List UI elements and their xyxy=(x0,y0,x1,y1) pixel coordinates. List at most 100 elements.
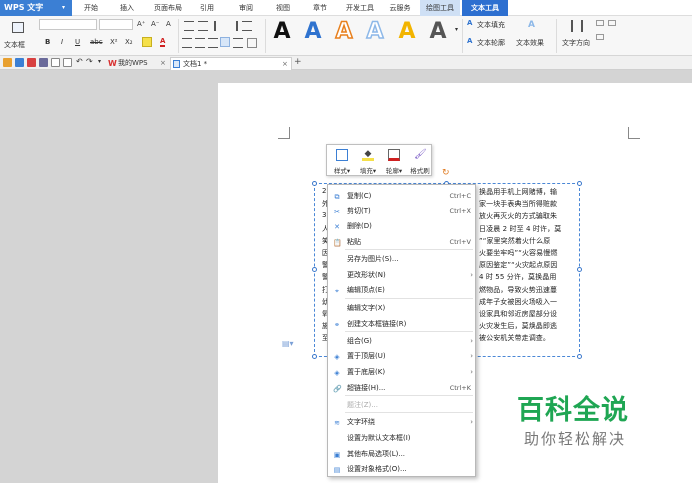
shrink-font-button[interactable]: A⁻ xyxy=(151,20,159,28)
text-style-black[interactable]: A xyxy=(270,20,294,44)
context-menu-item[interactable]: 编辑文字(X) xyxy=(328,301,475,316)
text-style-gold[interactable]: A xyxy=(395,20,419,44)
pdf-icon[interactable] xyxy=(27,58,36,67)
menu-drawing-tools[interactable]: 绘图工具 xyxy=(420,0,460,16)
borders-icon[interactable] xyxy=(247,38,257,48)
context-menu-item[interactable]: ✂ 剪切(T) Ctrl+X xyxy=(328,204,475,219)
context-menu-item[interactable]: 📋 粘贴 Ctrl+V xyxy=(328,235,475,250)
menu-view[interactable]: 视图 xyxy=(268,0,298,16)
context-menu-item[interactable]: 组合(G) › xyxy=(328,334,475,349)
layout-options-icon: ▣ xyxy=(333,451,341,459)
undo-icon[interactable]: ↶ xyxy=(76,57,83,66)
text-margin-icon[interactable] xyxy=(596,34,604,40)
menu-review[interactable]: 审阅 xyxy=(231,0,261,16)
line-spacing-icon[interactable] xyxy=(242,21,252,31)
context-menu-item[interactable]: ◈ 置于底层(K) › xyxy=(328,365,475,380)
resize-handle[interactable] xyxy=(312,267,317,272)
context-menu-item[interactable]: ⌖ 编辑顶点(E) xyxy=(328,283,475,298)
justify-icon[interactable] xyxy=(220,37,230,47)
menu-insert[interactable]: 插入 xyxy=(110,0,144,16)
link-textbox-icon: ⚭ xyxy=(334,321,340,329)
context-menu-item[interactable]: ▣ 其他布局选项(L)... xyxy=(328,447,475,462)
text-style-orange-outline[interactable]: A xyxy=(332,19,356,45)
rotate-handle-icon[interactable]: ↻ xyxy=(442,168,452,178)
text-direction-button[interactable]: 文字方向 xyxy=(562,38,590,48)
font-size-select[interactable] xyxy=(99,19,133,30)
tab-document-1[interactable]: 文档1 * × xyxy=(170,57,292,70)
indent-increase-icon[interactable] xyxy=(228,21,238,31)
grow-font-button[interactable]: A⁺ xyxy=(137,20,145,28)
outline-button[interactable]: 轮廓▾ xyxy=(381,147,407,175)
distribute-icon[interactable] xyxy=(233,38,243,48)
text-style-blue[interactable]: A xyxy=(301,20,325,44)
print-icon[interactable] xyxy=(39,58,48,67)
text-effects-button[interactable]: 文本效果 xyxy=(516,38,544,48)
text-outline-button[interactable]: 文本轮廓 xyxy=(477,38,505,48)
open-icon[interactable] xyxy=(3,58,12,67)
bold-button[interactable]: B xyxy=(45,38,50,46)
font-name-select[interactable] xyxy=(39,19,97,30)
menu-page-layout[interactable]: 页面布局 xyxy=(148,0,188,16)
text-fill-button[interactable]: 文本填充 xyxy=(477,20,505,30)
context-menu-item[interactable]: 🔗 超链接(H)... Ctrl+K xyxy=(328,381,475,396)
bullets-icon[interactable] xyxy=(184,21,194,31)
context-menu-item[interactable]: ⚭ 创建文本框链接(R) xyxy=(328,317,475,332)
context-menu-item[interactable]: ≋ 文字环绕 › xyxy=(328,415,475,430)
subscript-button[interactable]: X₂ xyxy=(125,38,133,46)
align-right-icon[interactable] xyxy=(208,38,218,48)
context-menu-item-label: 编辑文字(X) xyxy=(347,304,386,312)
preview-icon[interactable] xyxy=(51,58,60,67)
resize-handle[interactable] xyxy=(577,181,582,186)
menu-text-tools[interactable]: 文本工具 xyxy=(462,0,508,16)
style-gallery-more-icon[interactable]: ▾ xyxy=(455,26,458,33)
tab-my-wps[interactable]: W 我的WPS × xyxy=(106,57,170,70)
style-button[interactable]: 样式▾ xyxy=(329,147,355,175)
superscript-button[interactable]: X² xyxy=(110,38,118,46)
resize-handle[interactable] xyxy=(312,181,317,186)
strikethrough-button[interactable]: abc xyxy=(90,38,103,46)
textbox-icon xyxy=(12,22,24,33)
textbox-link-icon[interactable] xyxy=(608,20,616,26)
resize-handle[interactable] xyxy=(577,267,582,272)
highlight-icon[interactable] xyxy=(142,37,152,47)
format-painter-button[interactable]: 🖌 格式刷 xyxy=(407,147,433,175)
context-menu-item[interactable]: 更改形状(N) › xyxy=(328,268,475,283)
layout-options-float-icon[interactable]: ▤▾ xyxy=(282,339,296,349)
new-tab-button[interactable]: + xyxy=(294,57,302,67)
app-menu-caret-icon[interactable]: ▾ xyxy=(62,0,65,16)
save-icon[interactable] xyxy=(15,58,24,67)
align-text-icon[interactable] xyxy=(596,20,604,26)
context-menu-item[interactable]: 设置为默认文本框(I) xyxy=(328,431,475,446)
close-icon[interactable]: × xyxy=(160,57,166,70)
clear-format-button[interactable]: A xyxy=(166,20,171,28)
text-style-gray[interactable]: A xyxy=(426,20,450,44)
font-color-button[interactable]: A xyxy=(160,37,166,47)
textbox-button[interactable]: 文本框 xyxy=(2,18,34,52)
menu-home[interactable]: 开始 xyxy=(76,0,106,16)
menu-cloud[interactable]: 云服务 xyxy=(384,0,416,16)
menu-section[interactable]: 章节 xyxy=(305,0,335,16)
fill-button[interactable]: ◆ 填充▾ xyxy=(355,147,381,175)
indent-decrease-icon[interactable] xyxy=(214,21,224,31)
cut-icon: ✂ xyxy=(334,208,340,216)
redo-icon[interactable]: ↷ xyxy=(86,57,93,66)
format-painter-icon[interactable] xyxy=(63,58,72,67)
italic-button[interactable]: I xyxy=(61,38,63,46)
context-menu-item-label: 编辑顶点(E) xyxy=(347,286,385,294)
underline-button[interactable]: U xyxy=(75,38,80,46)
context-menu-item[interactable]: 另存为图片(S)... xyxy=(328,252,475,267)
context-menu-item[interactable]: ◈ 置于顶层(U) › xyxy=(328,349,475,364)
context-menu-item[interactable]: ⧉ 复制(C) Ctrl+C xyxy=(328,189,475,204)
resize-handle[interactable] xyxy=(312,354,317,359)
quick-access-more-icon[interactable]: ▾ xyxy=(98,58,101,65)
align-left-icon[interactable] xyxy=(182,38,192,48)
context-menu-item[interactable]: ✕ 删除(D) xyxy=(328,219,475,234)
numbering-icon[interactable] xyxy=(198,21,208,31)
menu-references[interactable]: 引用 xyxy=(192,0,222,16)
text-style-blue-outline[interactable]: A xyxy=(363,19,387,45)
align-center-icon[interactable] xyxy=(195,38,205,48)
context-menu-item[interactable]: ▤ 设置对象格式(O)... xyxy=(328,462,475,477)
menu-developer[interactable]: 开发工具 xyxy=(340,0,380,16)
context-menu-item[interactable]: 题注(Z)... xyxy=(328,398,475,413)
resize-handle[interactable] xyxy=(577,354,582,359)
